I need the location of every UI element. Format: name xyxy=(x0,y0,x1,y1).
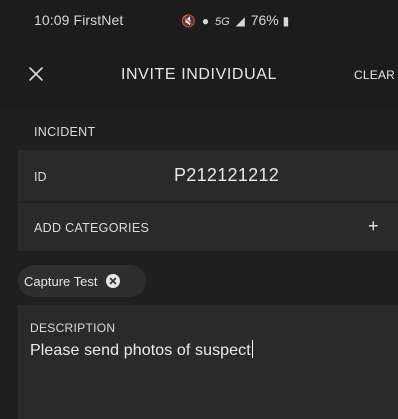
text-caret xyxy=(251,340,253,358)
clear-button[interactable]: CLEAR xyxy=(354,68,395,82)
plus-icon[interactable]: + xyxy=(368,216,379,237)
remove-chip-icon[interactable] xyxy=(106,274,121,288)
incident-id-row[interactable]: ID P212121212 xyxy=(18,150,398,202)
page-title: INVITE INDIVIDUAL xyxy=(120,66,277,83)
description-field[interactable]: DESCRIPTION Please send photos of suspec… xyxy=(18,305,398,419)
incident-section-label: INCIDENT xyxy=(34,125,96,139)
category-chip[interactable]: Capture Test xyxy=(18,265,146,297)
description-input[interactable]: Please send photos of suspect xyxy=(30,342,251,359)
status-bar: 10:09 FirstNet 🔇 ● 5G ◢ 76% ▮ xyxy=(0,0,398,40)
location-icon: ● xyxy=(201,14,210,28)
status-time: 10:09 xyxy=(34,12,70,28)
battery-percent: 76% xyxy=(250,12,279,28)
add-categories-label: ADD CATEGORIES xyxy=(34,221,150,235)
network-type: 5G xyxy=(214,16,230,28)
incident-id-value: P212121212 xyxy=(174,165,280,185)
mute-icon: 🔇 xyxy=(181,14,196,28)
add-categories-row[interactable]: ADD CATEGORIES + xyxy=(18,203,398,251)
signal-icon: ◢ xyxy=(235,14,245,28)
incident-id-label: ID xyxy=(34,170,47,184)
invite-individual-screen: 10:09 FirstNet 🔇 ● 5G ◢ 76% ▮ INVITE IND… xyxy=(0,0,398,419)
description-label: DESCRIPTION xyxy=(30,321,116,335)
app-bar: INVITE INDIVIDUAL CLEAR xyxy=(0,40,398,108)
close-icon xyxy=(29,67,43,81)
close-button[interactable] xyxy=(18,54,54,94)
battery-icon: ▮ xyxy=(282,14,290,28)
category-chip-label: Capture Test xyxy=(24,273,98,289)
status-carrier: FirstNet xyxy=(73,12,124,28)
